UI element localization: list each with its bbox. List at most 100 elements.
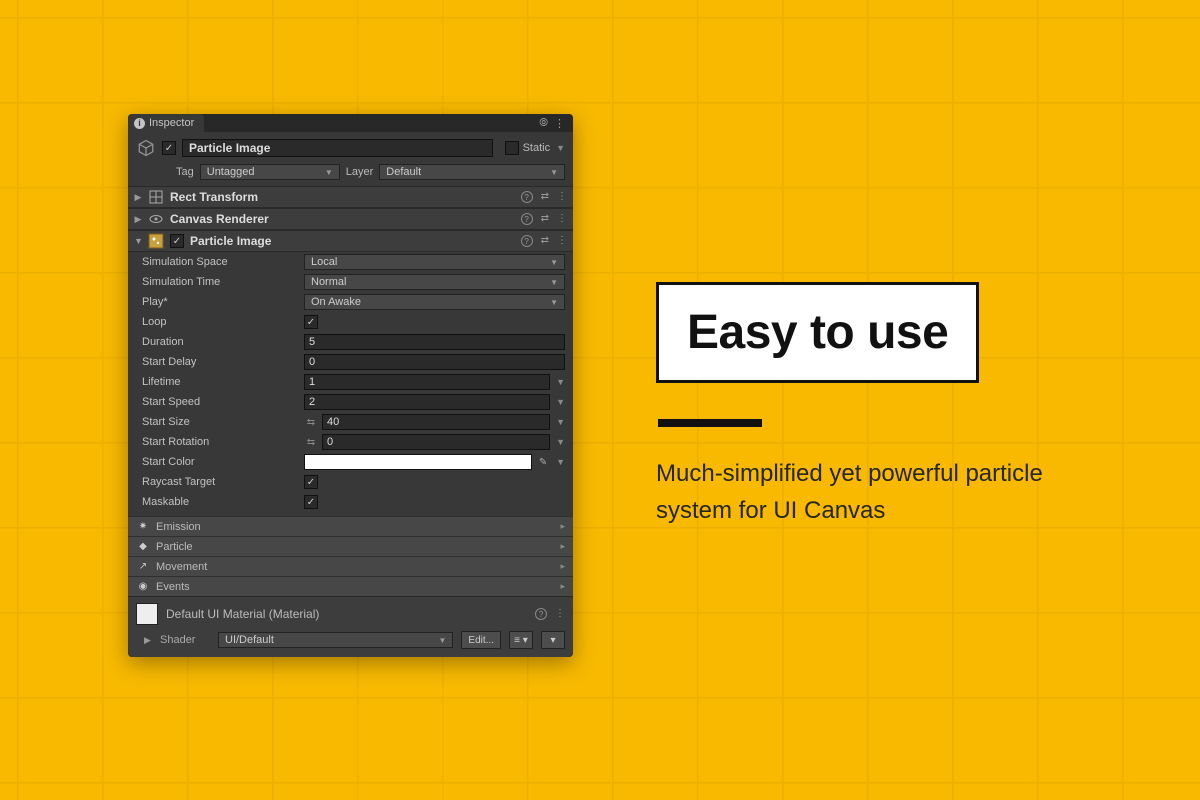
gameobject-header: Particle Image Static ▼ (128, 132, 573, 164)
component-title: Rect Transform (170, 190, 515, 204)
simulation-time-dropdown[interactable]: Normal▼ (304, 274, 565, 290)
module-label: Movement (156, 561, 207, 573)
help-icon[interactable]: ? (521, 191, 533, 203)
component-menu-icon[interactable]: ⋮ (557, 213, 567, 225)
chevron-down-icon[interactable]: ▼ (554, 377, 565, 387)
chevron-down-icon: ▼ (550, 298, 558, 307)
shader-dropdown[interactable]: UI/Default ▼ (218, 632, 453, 648)
help-icon[interactable]: ? (521, 235, 533, 247)
marketing-copy: Easy to use Much-simplified yet powerful… (656, 282, 1156, 529)
start-size-input[interactable]: 40 (322, 414, 550, 430)
list-button[interactable]: ≡ ▾ (509, 631, 533, 649)
preset-icon[interactable]: ⇄ (541, 235, 549, 247)
component-menu-icon[interactable]: ⋮ (557, 235, 567, 247)
tag-label: Tag (176, 166, 194, 178)
prop-label: Lifetime (136, 376, 304, 388)
chevron-down-icon[interactable]: ▼ (554, 457, 565, 467)
headline-box: Easy to use (656, 282, 979, 383)
particle-icon: ◆ (136, 541, 150, 552)
expand-icon: ▸ (560, 561, 565, 572)
material-section: Default UI Material (Material) ? ⋮ ▶ Sha… (128, 596, 573, 657)
preset-icon[interactable]: ⇄ (541, 191, 549, 203)
events-icon: ◉ (136, 581, 150, 592)
inspector-tab[interactable]: i Inspector (128, 114, 204, 132)
lifetime-input[interactable]: 1 (304, 374, 550, 390)
headline-text: Easy to use (687, 305, 948, 360)
material-preview[interactable] (136, 603, 158, 625)
shader-label: Shader (160, 634, 210, 646)
link-icon[interactable]: ⇆ (304, 437, 318, 448)
module-events[interactable]: ◉ Events ▸ (128, 576, 573, 596)
component-header-canvas-renderer[interactable]: ▶ Canvas Renderer ? ⇄ ⋮ (128, 208, 573, 230)
prop-label: Simulation Space (136, 256, 304, 268)
chevron-down-icon[interactable]: ▼ (554, 397, 565, 407)
prop-label: Maskable (136, 496, 304, 508)
start-rotation-input[interactable]: 0 (322, 434, 550, 450)
start-delay-input[interactable]: 0 (304, 354, 565, 370)
fold-icon: ▼ (134, 236, 142, 246)
module-label: Emission (156, 521, 201, 533)
start-color-swatch[interactable] (304, 454, 532, 470)
chevron-down-icon: ▼ (325, 168, 333, 177)
fold-icon: ▶ (134, 192, 142, 203)
component-title: Particle Image (190, 234, 515, 248)
component-menu-icon[interactable]: ⋮ (557, 191, 567, 203)
prop-label: Raycast Target (136, 476, 304, 488)
chevron-down-icon[interactable]: ▼ (554, 417, 565, 427)
prop-label: Simulation Time (136, 276, 304, 288)
gameobject-icon[interactable] (136, 138, 156, 158)
gameobject-active-checkbox[interactable] (162, 141, 176, 155)
divider (658, 419, 762, 427)
eyedropper-icon[interactable]: ✎ (536, 457, 550, 468)
chevron-down-icon: ▼ (550, 168, 558, 177)
inspector-tab-bar: i Inspector ⦾ ⋮ (128, 114, 573, 132)
component-menu-icon[interactable]: ⋮ (555, 608, 565, 620)
emission-icon: ✷ (136, 521, 150, 532)
rect-transform-icon (148, 189, 164, 205)
chevron-down-icon[interactable]: ▼ (554, 437, 565, 447)
tag-layer-row: Tag Untagged ▼ Layer Default ▼ (128, 164, 573, 186)
edit-button[interactable]: Edit... (461, 631, 501, 649)
tab-menu-icon[interactable]: ⋮ (554, 117, 565, 130)
movement-icon: ↗ (136, 561, 150, 572)
expand-icon: ▸ (560, 521, 565, 532)
component-header-particle-image[interactable]: ▼ Particle Image ? ⇄ ⋮ (128, 230, 573, 252)
layer-label: Layer (346, 166, 374, 178)
module-label: Particle (156, 541, 193, 553)
canvas-renderer-icon (148, 211, 164, 227)
static-dropdown-icon[interactable]: ▼ (554, 143, 565, 153)
gameobject-name-input[interactable]: Particle Image (182, 139, 493, 157)
maskable-checkbox[interactable] (304, 495, 318, 509)
more-button[interactable]: ▾ (541, 631, 565, 649)
preset-icon[interactable]: ⇄ (541, 213, 549, 225)
link-icon[interactable]: ⇆ (304, 417, 318, 428)
duration-input[interactable]: 5 (304, 334, 565, 350)
module-particle[interactable]: ◆ Particle ▸ (128, 536, 573, 556)
play-dropdown[interactable]: On Awake▼ (304, 294, 565, 310)
raycast-target-checkbox[interactable] (304, 475, 318, 489)
tag-dropdown[interactable]: Untagged ▼ (200, 164, 340, 180)
start-speed-input[interactable]: 2 (304, 394, 550, 410)
prop-label: Start Color (136, 456, 304, 468)
help-icon[interactable]: ? (521, 213, 533, 225)
help-icon[interactable]: ? (535, 608, 547, 620)
module-movement[interactable]: ↗ Movement ▸ (128, 556, 573, 576)
expand-icon: ▸ (560, 581, 565, 592)
tag-value: Untagged (207, 166, 255, 178)
prop-label: Play* (136, 296, 304, 308)
module-emission[interactable]: ✷ Emission ▸ (128, 516, 573, 536)
lock-icon[interactable]: ⦾ (539, 117, 548, 130)
fold-icon[interactable]: ▶ (144, 635, 152, 646)
particle-image-icon (148, 233, 164, 249)
loop-checkbox[interactable] (304, 315, 318, 329)
inspector-tab-label: Inspector (149, 117, 194, 129)
static-checkbox[interactable] (505, 141, 519, 155)
component-header-rect-transform[interactable]: ▶ Rect Transform ? ⇄ ⋮ (128, 186, 573, 208)
prop-label: Loop (136, 316, 304, 328)
prop-label: Duration (136, 336, 304, 348)
material-title: Default UI Material (Material) (166, 607, 527, 621)
simulation-space-dropdown[interactable]: Local▼ (304, 254, 565, 270)
component-enabled-checkbox[interactable] (170, 234, 184, 248)
fold-icon: ▶ (134, 214, 142, 225)
layer-dropdown[interactable]: Default ▼ (379, 164, 565, 180)
